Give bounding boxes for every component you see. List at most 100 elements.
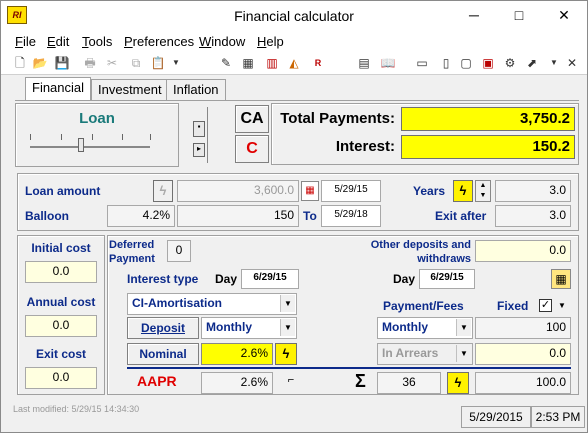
aapr-toggle-icon[interactable]: ⌐: [283, 374, 299, 392]
interest-method-select[interactable]: CI-Amortisation ▼: [127, 293, 297, 315]
schedule-table-icon[interactable]: ▦: [551, 269, 571, 289]
annual-cost-field[interactable]: 0.0: [25, 315, 97, 337]
tab-financial[interactable]: Financial: [25, 77, 92, 100]
rate-converter-icon[interactable]: R: [309, 54, 327, 72]
day-label: Day: [215, 272, 238, 286]
close-doc-icon[interactable]: ✕: [563, 54, 581, 72]
slider-tick: [61, 134, 62, 140]
balloon-value-field[interactable]: 150: [177, 205, 299, 227]
fixed-dropdown-icon[interactable]: ▼: [555, 299, 569, 312]
initial-cost-label: Initial cost: [31, 241, 91, 255]
slider-tick: [30, 134, 31, 140]
minimize-button[interactable]: ─: [452, 1, 496, 31]
menu-help[interactable]: Help: [257, 34, 284, 49]
deferred-payment-field[interactable]: 0: [167, 240, 191, 262]
slider-tick: [122, 134, 123, 140]
save-icon[interactable]: 💾: [53, 54, 71, 72]
bar-chart-icon[interactable]: ▥: [263, 54, 281, 72]
initial-cost-field[interactable]: 0.0: [25, 261, 97, 283]
cut-icon[interactable]: ✂: [103, 54, 121, 72]
exit-after-field[interactable]: 3.0: [495, 205, 571, 227]
maximize-button[interactable]: □: [497, 1, 541, 31]
years-solve-icon[interactable]: ϟ: [453, 180, 473, 202]
chevron-down-icon: ▼: [456, 319, 471, 336]
payment-day-field[interactable]: 6/29/15: [419, 269, 475, 289]
clear-button[interactable]: C: [235, 135, 269, 163]
loan-amount-field[interactable]: 3,600.0: [177, 180, 299, 202]
payment-timing-select[interactable]: In Arrears ▼: [377, 343, 473, 365]
calendar-icon[interactable]: ▤: [355, 54, 373, 72]
start-calendar-icon[interactable]: ▦: [301, 181, 319, 201]
years-spinner[interactable]: ▲ ▼: [475, 180, 491, 202]
balloon-percent-field[interactable]: 4.2%: [107, 205, 175, 227]
toolbar: 🗋 📂 💾 🖶 ✂ ⧉ 📋 ▼ ✎ ▦ ▥ ◭ R ▤ 📖 ▭ ▯ ▢ ▣ ⚙ …: [1, 51, 587, 75]
nominal-solve-icon[interactable]: ϟ: [275, 343, 297, 365]
loan-panel: Loan: [15, 103, 179, 167]
chart-icon[interactable]: ◭: [285, 54, 303, 72]
interest-value: 150.2: [401, 135, 575, 159]
nominal-button[interactable]: Nominal: [127, 343, 199, 365]
loan-amount-solve-icon[interactable]: ϟ: [153, 180, 173, 202]
interest-day-field[interactable]: 6/29/15: [241, 269, 299, 289]
vertical-slider-track: [207, 107, 208, 163]
end-date-field[interactable]: 5/29/18: [321, 205, 381, 227]
print-icon[interactable]: 🖶: [81, 54, 99, 72]
other-deposits-field[interactable]: 0.0: [475, 240, 571, 262]
payment-timing-value-field[interactable]: 0.0: [475, 343, 571, 365]
to-label: To: [303, 209, 317, 223]
payment-count-field: 36: [377, 372, 441, 394]
clear-all-button[interactable]: CA: [235, 105, 269, 133]
payment-frequency-select[interactable]: Monthly ▼: [377, 317, 473, 339]
deferred-payment-label: Deferred Payment: [109, 239, 155, 265]
start-date-field[interactable]: 5/29/15: [321, 180, 381, 202]
payment-amount-field[interactable]: 100: [475, 317, 571, 339]
loan-slider-track: [30, 146, 150, 148]
deposit-frequency-select[interactable]: Monthly ▼: [201, 317, 297, 339]
exit-cost-label: Exit cost: [35, 347, 86, 361]
new-file-icon[interactable]: 🗋: [11, 54, 29, 72]
loan-slider-thumb[interactable]: [78, 138, 84, 152]
years-field[interactable]: 3.0: [495, 180, 571, 202]
vertical-slider-thumb-2[interactable]: ▸: [193, 143, 205, 157]
day2-label: Day: [393, 272, 416, 286]
menu-window[interactable]: Window: [199, 34, 245, 49]
tab-investment[interactable]: Investment: [91, 79, 169, 100]
report-icon[interactable]: ▦: [239, 54, 257, 72]
toolbar-dropdown-icon[interactable]: ▼: [545, 54, 563, 72]
calculator-icon[interactable]: ▣: [479, 54, 497, 72]
copy-icon[interactable]: ⧉: [127, 54, 145, 72]
close-button[interactable]: ✕: [542, 1, 586, 31]
title-bar: RI Financial calculator ─ □ ✕: [1, 1, 587, 31]
nominal-rate-field[interactable]: 2.6%: [201, 343, 273, 365]
paste-dropdown-icon[interactable]: ▼: [167, 54, 185, 72]
vertical-slider[interactable]: ▪ ▸: [187, 105, 231, 167]
paste-icon[interactable]: 📋: [149, 54, 167, 72]
menu-preferences[interactable]: Preferences: [124, 34, 194, 49]
book-icon[interactable]: 📖: [379, 54, 397, 72]
window-icon[interactable]: ▭: [413, 54, 431, 72]
sum-icon: Σ: [355, 371, 366, 391]
settings-icon[interactable]: ⚙: [501, 54, 519, 72]
interest-type-label: Interest type: [127, 272, 199, 286]
tab-inflation[interactable]: Inflation: [166, 79, 226, 100]
menu-tools[interactable]: Tools: [82, 34, 112, 49]
menu-file[interactable]: File: [15, 34, 36, 49]
help-arrow-icon[interactable]: ⬈: [523, 54, 541, 72]
edit-notes-icon[interactable]: ✎: [217, 54, 235, 72]
exit-after-label: Exit after: [435, 209, 487, 223]
total-payments-value: 3,750.2: [401, 107, 575, 131]
chevron-down-icon: ▼: [280, 319, 295, 336]
exit-cost-field[interactable]: 0.0: [25, 367, 97, 389]
slider-tick: [92, 134, 93, 140]
app-window: RI Financial calculator ─ □ ✕ File Edit …: [0, 0, 588, 433]
deposit-button[interactable]: Deposit: [127, 317, 199, 339]
document-icon[interactable]: ▢: [457, 54, 475, 72]
layout-icon[interactable]: ▯: [437, 54, 455, 72]
open-folder-icon[interactable]: 📂: [31, 54, 49, 72]
payment-total-field: 100.0: [475, 372, 571, 394]
payments-solve-icon[interactable]: ϟ: [447, 372, 469, 394]
vertical-slider-thumb[interactable]: ▪: [193, 121, 205, 137]
menu-edit[interactable]: Edit: [47, 34, 69, 49]
menu-bar: File Edit Tools Preferences Window Help: [1, 31, 587, 51]
fixed-checkbox[interactable]: ✓: [539, 299, 552, 312]
